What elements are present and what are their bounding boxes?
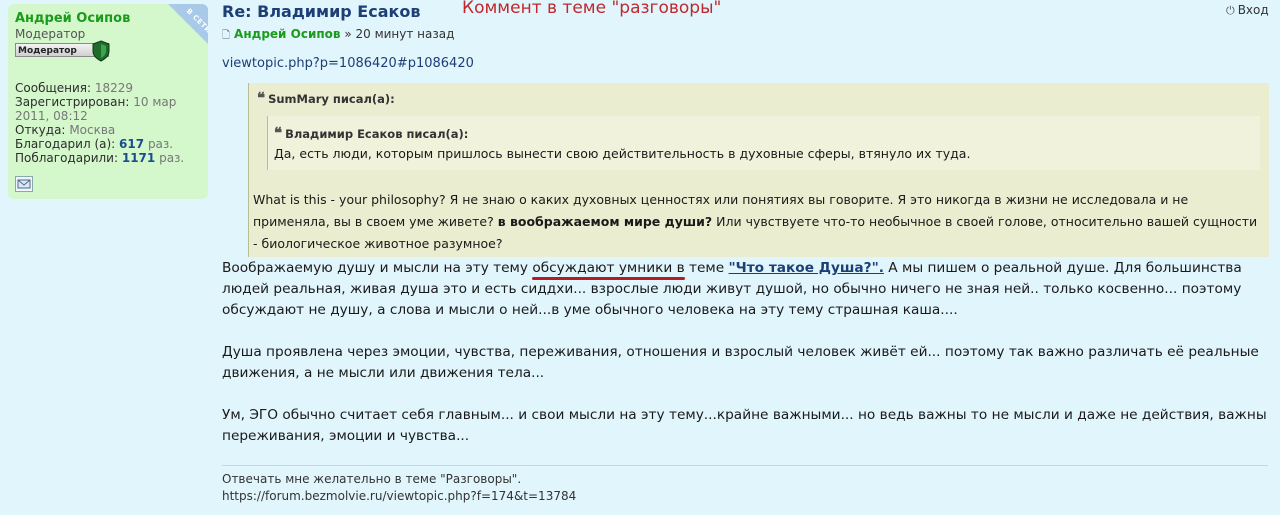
login-label: Вход [1237,3,1269,17]
post-title[interactable]: Re: Владимир Есаков [222,2,420,21]
topic-link[interactable]: "Что такое Душа?". [729,260,884,276]
meta-separator: » [344,27,352,41]
thanks-received-link[interactable]: 1171 [122,151,155,165]
profile-username[interactable]: Андрей Осипов [15,12,130,26]
thanks-given-link[interactable]: 617 [119,137,144,151]
stat-thanks-given: Благодарил (а): 617 раз. [15,137,174,151]
signature-url[interactable]: https://forum.bezmolvie.ru/viewtopic.php… [222,488,576,505]
quote-header: ❝ SumMary писал(а): [257,87,395,110]
annotation-note: Коммент в теме "разговоры" [462,0,722,18]
nested-quote-header: ❝ Владимир Есаков писал(а): [274,122,468,145]
post-icon[interactable]: 🗋 [222,30,230,41]
profile-stats: Сообщения: 18229 Зарегистрирован: 10 мар… [15,81,205,165]
signature: Отвечать мне желательно в теме "Разговор… [222,471,576,505]
stat-posts: Сообщения: 18229 [15,81,134,95]
post-permalink[interactable]: viewtopic.php?p=1086420#p1086420 [222,56,474,71]
post-meta: 🗋 Андрей Осипов » 20 минут назад [222,27,454,45]
envelope-icon[interactable] [15,176,33,192]
post-time: 20 минут назад [355,27,455,41]
quote-mark-icon: ❝ [274,124,283,142]
stat-thanks-received: Поблагодарили: 1171 раз. [15,151,185,165]
profile-rank: Модератор [15,27,86,41]
post-body: Воображаемую душу и мысли на эту тему об… [222,258,1268,468]
quote-block: ❝ SumMary писал(а): ❝ Владимир Есаков писа… [248,83,1269,257]
underlined-phrase: обсуждают умники в [532,260,685,276]
quote-text: What is this - your philosophy? Я не зна… [253,192,1258,251]
signature-line: Отвечать мне желательно в теме "Разговор… [222,472,522,486]
body-paragraph: Ум, ЭГО обычно считает себя главным... и… [222,407,1267,444]
power-icon: ⏻ [1226,4,1235,17]
stat-location: Откуда: Москва [15,123,116,137]
post-author[interactable]: Андрей Осипов [234,27,340,41]
body-paragraph: Душа проявлена через эмоции, чувства, пе… [222,344,1259,381]
nested-quote-author: Владимир Есаков писал(а): [285,127,469,141]
online-status-ribbon: В СЕТИ [166,4,208,46]
signature-divider [222,465,1268,466]
shield-icon [92,40,110,62]
quote-mark-icon: ❝ [257,89,266,107]
body-paragraph: Воображаемую душу и мысли на эту тему об… [222,260,1242,318]
nested-quote-block: ❝ Владимир Есаков писал(а): Да, есть люди… [267,116,1260,170]
login-link[interactable]: ⏻ Вход [1226,3,1269,18]
quote-author: SumMary писал(а): [268,92,395,106]
user-profile-card: В СЕТИ Андрей Осипов Модератор Модератор… [8,4,208,199]
stat-registered: Зарегистрирован: 10 мар 2011, 08:12 [15,95,177,123]
nested-quote-text: Да, есть люди, которым пришлось вынести … [274,146,971,161]
